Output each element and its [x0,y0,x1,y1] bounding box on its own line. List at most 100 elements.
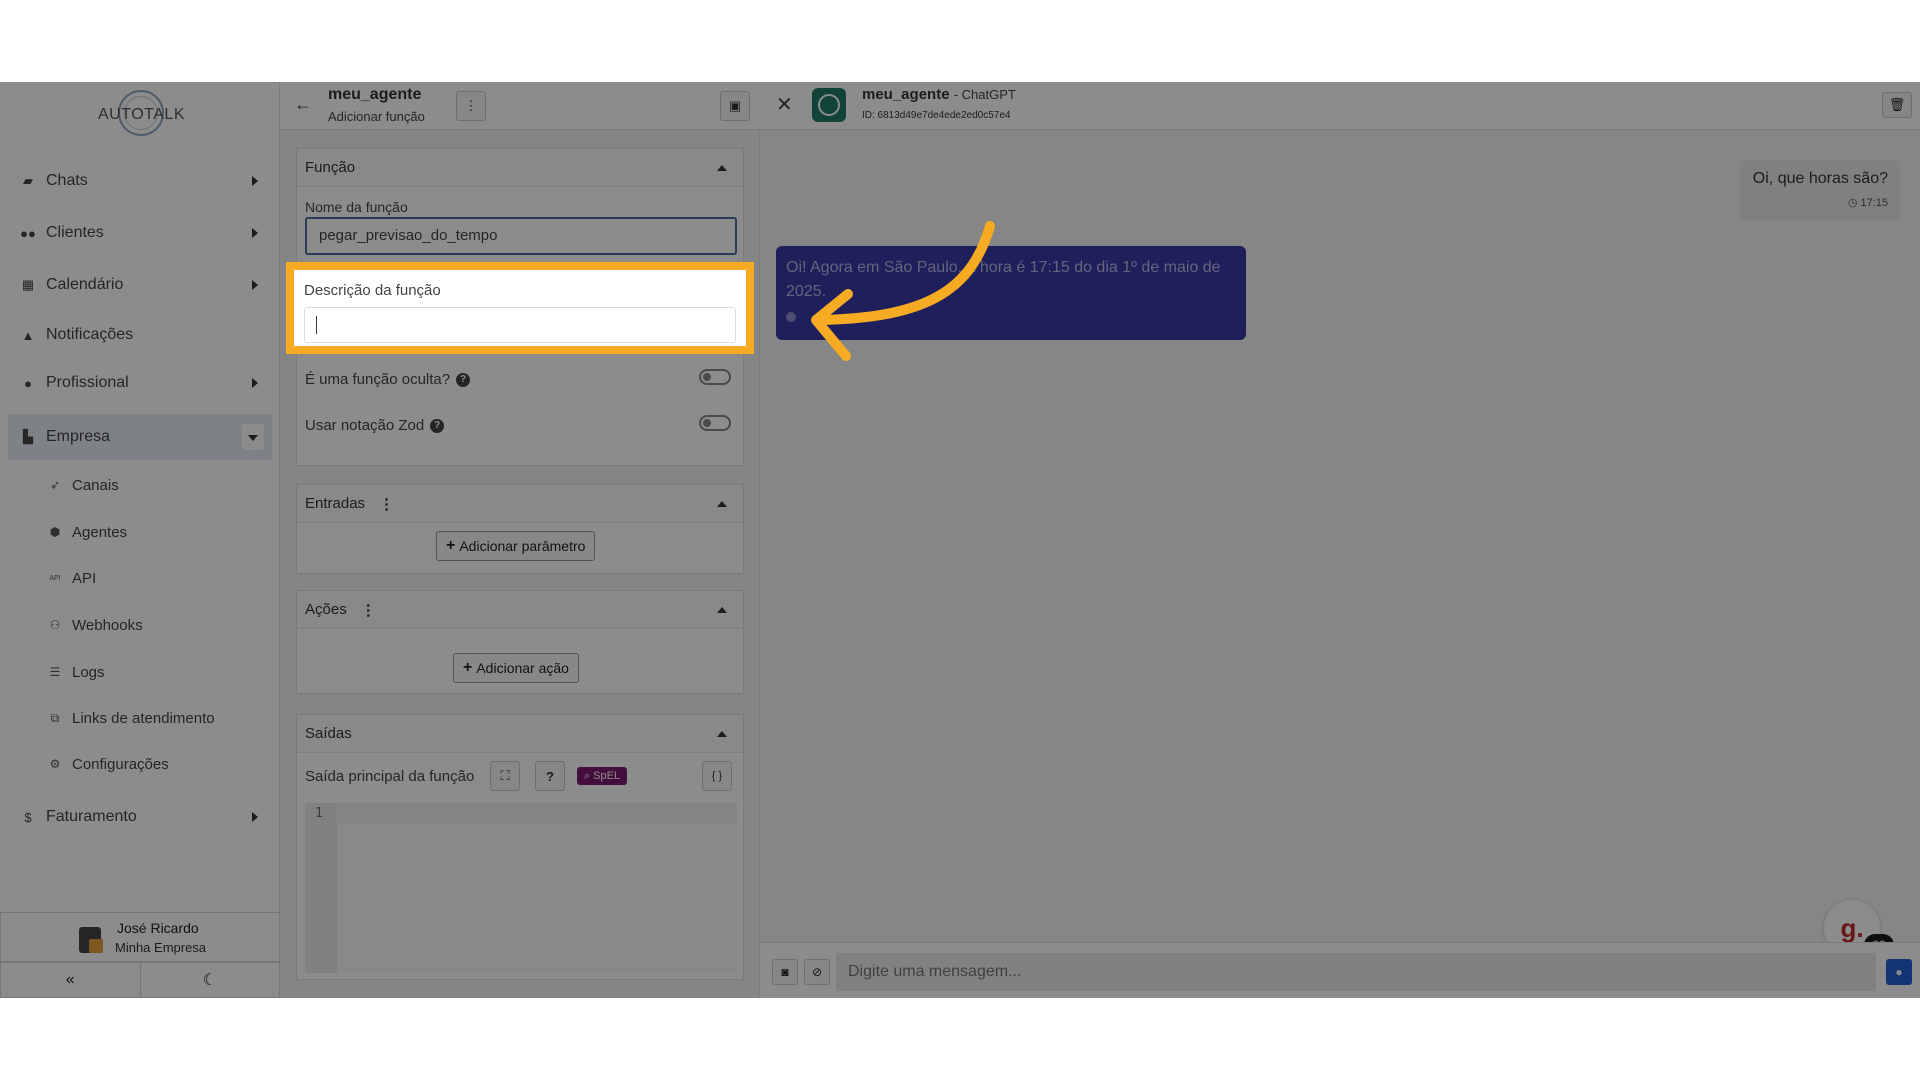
sidebar-item-chats[interactable]: ▰ Chats [8,158,272,204]
caret-right-icon [252,812,258,822]
save-icon: ▣ [728,98,742,113]
agent-title: meu_agente [328,86,422,103]
chevron-up-icon[interactable] [717,607,727,613]
logo-text: AUTOTALK [98,106,185,123]
message-text: Oi, que horas são? [1752,170,1888,187]
sidebar-item-calendario[interactable]: ▦ Calendário [8,262,272,308]
sidebar-subitem-configuracoes[interactable]: ⚙ Configurações [48,744,169,784]
spel-badge[interactable]: ⌕ SpEL [577,767,628,785]
empresa-collapse-button[interactable] [242,424,264,450]
close-icon[interactable]: ✕ [776,92,793,117]
agent-name-text: meu_agente [862,86,950,103]
dark-mode-button[interactable]: ☾ [141,963,280,997]
camera-button[interactable]: ◙ [772,959,798,985]
moon-icon: ☾ [202,972,217,989]
expand-editor-button[interactable]: ⛶ [490,761,520,791]
caret-right-icon [252,378,258,388]
paperclip-icon: ⊘ [811,965,823,979]
function-editor-panel: ← meu_agente Adicionar função ⋮ ▣ Função… [280,82,760,998]
funcao-card-header[interactable]: Função [297,149,743,187]
spel-label: SpEL [593,770,621,782]
sidebar-item-empresa[interactable]: ▙ Empresa [8,414,272,460]
descricao-funcao-input[interactable] [304,307,736,343]
external-link-icon: ⧉ [50,710,60,725]
back-arrow-icon[interactable]: ← [294,94,312,115]
chat-icon: ▰ [23,173,33,188]
sidebar-item-clientes[interactable]: ●● Clientes [8,210,272,256]
message-incoming: Oi! Agora em São Paulo, a hora é 17:15 d… [776,246,1246,340]
zod-toggle[interactable] [699,415,731,431]
microphone-button[interactable]: ● [1886,959,1912,985]
sidebar-subitem-webhooks[interactable]: ⚇ Webhooks [48,605,143,645]
sidebar-subitem-api[interactable]: API API [48,558,96,598]
code-editor[interactable]: 1 [305,803,737,973]
add-action-button[interactable]: + Adicionar ação [453,653,579,683]
subitem-label: Configurações [72,755,169,773]
chat-agent-name: meu_agente - ChatGPT [862,86,1016,103]
kebab-icon: ⋮ [464,98,478,113]
app-window: AUTOTALK ▰ Chats ●● Clientes ▦ Calendári… [0,82,1920,998]
help-icon[interactable]: ? [430,418,445,433]
descricao-highlight: Descrição da função [286,262,754,354]
chevron-up-icon[interactable] [717,731,727,737]
dollar-icon: $ [24,809,32,825]
text-cursor [316,316,317,334]
saidas-card: Saídas Saída principal da função ⛶ ? ⌕ S… [296,714,744,980]
sidebar-item-label: Notificações [46,326,134,343]
subitem-label: Agentes [72,523,128,541]
chevron-up-icon[interactable] [717,501,727,507]
user-name: José Ricardo [117,920,199,936]
sidebar-item-profissional[interactable]: ● Profissional [8,360,272,406]
funcao-oculta-toggle[interactable] [699,369,731,385]
card-title: Entradas [305,495,366,512]
rocket-icon: ➶ [49,478,61,492]
caret-right-icon [252,228,258,238]
sidebar-subitem-logs[interactable]: ☰ Logs [48,652,105,692]
kebab-icon[interactable]: ⋮ [361,601,376,619]
help-button[interactable]: ? [535,761,565,791]
zod-label: Usar notação Zod ? [305,417,445,434]
user-company: Minha Empresa [115,940,207,955]
message-input[interactable] [836,953,1876,991]
attach-button[interactable]: ⊘ [804,959,830,985]
nome-funcao-input[interactable]: pegar_previsao_do_tempo [305,217,737,255]
entradas-card-header[interactable]: Entradas ⋮ [297,485,743,523]
sidebar-item-notificacoes[interactable]: ▲ Notificações [8,312,272,358]
subitem-label: Logs [72,663,105,681]
acoes-card-header[interactable]: Ações ⋮ [297,591,743,629]
user-profile[interactable]: José Ricardo Minha Empresa [0,912,280,962]
saidas-card-header[interactable]: Saídas [297,715,743,753]
sidebar-subitem-links[interactable]: ⧉ Links de atendimento [48,698,215,738]
question-icon: ? [546,768,554,784]
help-icon[interactable]: ? [456,372,471,387]
sidebar-item-faturamento[interactable]: $ Faturamento [8,794,272,840]
sidebar-subitem-agentes[interactable]: ⬢ Agentes [48,512,127,552]
kebab-icon[interactable]: ⋮ [379,495,394,513]
collapse-sidebar-button[interactable]: « [1,963,141,997]
sidebar: AUTOTALK ▰ Chats ●● Clientes ▦ Calendári… [0,82,280,998]
chevron-up-icon[interactable] [717,165,727,171]
sidebar-footer: « ☾ [0,962,280,998]
card-title: Função [305,159,356,176]
sidebar-subitem-canais[interactable]: ➶ Canais [48,465,119,505]
funcao-oculta-label: É uma função oculta? ? [305,371,471,388]
save-button[interactable]: ▣ [720,91,750,121]
delete-chat-button[interactable]: 🗑 [1882,92,1912,118]
sidebar-item-label: Profissional [46,374,129,391]
chatgpt-logo-icon [812,88,846,122]
code-gutter: 1 [305,803,337,973]
autotalk-logo[interactable]: AUTOTALK [98,90,185,142]
list-icon: ☰ [49,665,61,679]
entradas-card: Entradas ⋮ + Adicionar parâmetro [296,484,744,574]
code-format-button[interactable]: { } [702,761,732,791]
agent-menu-button[interactable]: ⋮ [456,91,486,121]
bell-icon: ▲ [21,327,35,343]
fullscreen-icon: ⛶ [500,768,510,783]
sidebar-item-label: Calendário [46,276,124,293]
code-line[interactable] [337,803,737,823]
chat-panel: ✕ meu_agente - ChatGPT ID: 6813d49e7de4e… [760,82,1920,998]
add-action-label: Adicionar ação [476,660,569,676]
users-icon: ●● [20,225,36,241]
sidebar-item-label: Chats [46,172,88,189]
add-parameter-button[interactable]: + Adicionar parâmetro [436,531,596,561]
